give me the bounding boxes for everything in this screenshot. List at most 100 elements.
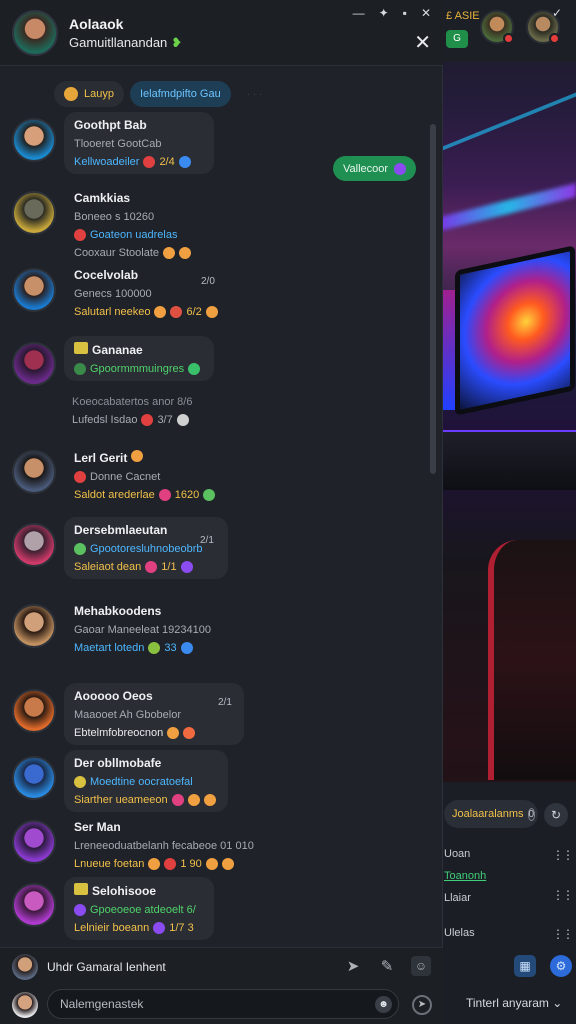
right-list-item[interactable]: Ulelas [444, 927, 475, 939]
message-line: Gpootoresluhnobeobrb [74, 543, 218, 555]
close-icon[interactable]: ✕ [421, 6, 431, 20]
save-icon[interactable]: ▪ [403, 6, 407, 20]
chat-header: Aolaaok Gamuitllanandan ❥ — ✦ ▪ ✕ ✕ [0, 0, 443, 66]
message-line: Maetart lotedn 33 [74, 642, 254, 654]
send-icon[interactable]: ➤ [412, 995, 432, 1015]
emoji-icon [205, 306, 218, 318]
emoji-icon [158, 489, 171, 501]
avatar[interactable] [12, 992, 38, 1018]
settings-icon[interactable]: ⚙ [550, 955, 572, 977]
emoji-icon [170, 306, 183, 318]
emoji-icon [178, 156, 191, 168]
message-name: Der obllmobafe [74, 756, 162, 770]
minimize-icon[interactable]: — [353, 6, 365, 20]
drag-handle-icon[interactable]: ⋮⋮ [552, 927, 574, 941]
close-chat-icon[interactable]: ✕ [414, 30, 431, 55]
message-bubble: Selohisooe Gpoeoeoe atdeoelt 6/ Lelnieir… [64, 877, 214, 940]
avatar[interactable] [12, 118, 56, 162]
media-icon[interactable]: ▦ [514, 955, 536, 977]
avatar[interactable] [12, 191, 56, 235]
footer-label: Uhdr Gamaral Ienhent [47, 960, 166, 974]
message-input[interactable] [47, 989, 399, 1019]
message-name: Selohisooe [74, 883, 204, 898]
status-dot [503, 33, 514, 44]
emoji-picker-icon[interactable]: ☻ [375, 996, 392, 1013]
avatar[interactable] [12, 523, 56, 567]
emoji-icon [180, 561, 193, 573]
message-bubble: Goothpt Bab Tlooeret GootCab Kellwoadeil… [64, 112, 214, 174]
avatar[interactable] [12, 756, 56, 800]
message-line: Gpoeoeoe atdeoelt 6/ [74, 904, 204, 916]
avatar[interactable] [12, 689, 56, 733]
footer-icons: ➤ ✎ ☺ [343, 956, 431, 976]
side-monitor [441, 290, 455, 410]
message-line: Tlooeret GootCab [74, 138, 162, 150]
pill-channel[interactable]: Ielafmdpifto Gau [129, 81, 231, 107]
right-bottom-label[interactable]: Tinterl anyaram ⌄ [466, 996, 562, 1010]
avatar[interactable] [12, 820, 56, 864]
message-time: 2/1 [200, 535, 214, 546]
drag-handle-icon[interactable]: ⋮⋮ [552, 888, 574, 902]
chat-title: Aolaaok [69, 16, 124, 32]
message-line: Salutarl neekeo 6/2 [74, 306, 234, 318]
message-name: Lerl Gerit [74, 450, 234, 465]
message-time: 2/0 [201, 276, 215, 287]
emoji-icon[interactable]: ☺ [411, 956, 431, 976]
message-line: Donne Cacnet [74, 471, 234, 483]
emoji-icon [154, 306, 167, 318]
game-button[interactable]: Joalaaralanms 0 [444, 800, 538, 828]
avatar[interactable] [12, 604, 56, 648]
message-line: Maaooet Ah Gbobelor [74, 709, 182, 721]
message-bubble: Camkkias Boneeo s 10260 Goateon uadrelas… [64, 185, 254, 265]
avatar[interactable] [12, 10, 58, 56]
emoji-icon [153, 922, 166, 934]
emoji-icon [130, 450, 143, 462]
right-list-item[interactable]: Toanonh [444, 870, 486, 882]
message-bubble: Lerl Gerit Donne Cacnet Saldot arederlae… [64, 444, 244, 507]
avatar[interactable] [12, 268, 56, 312]
window-controls: — ✦ ▪ ✕ [353, 6, 431, 20]
badge-icon [74, 342, 88, 354]
green-message-bubble[interactable]: Vallecoor [333, 156, 417, 181]
emoji-icon [143, 156, 156, 168]
message-line: Siarther ueameeon [74, 794, 218, 806]
chat-subtitle: Gamuitllanandan ❥ [69, 35, 183, 50]
message-bubble: Cocelvolab Genecs 100000 Salutarl neekeo… [64, 262, 244, 324]
avatar[interactable] [12, 883, 56, 927]
chevron-icon[interactable]: ✓ [552, 6, 562, 20]
message-bubble: Ser Man Lreneeoduatbelanh fecabeoe 01 01… [64, 814, 304, 876]
message-line: Moedtine oocratoefal [74, 776, 218, 788]
avatar[interactable] [12, 450, 56, 494]
scrollbar[interactable] [430, 124, 436, 474]
refresh-icon[interactable]: ↻ [544, 803, 568, 827]
desk [440, 430, 576, 490]
message-line: Lnueue foetan 1 90 [74, 858, 294, 870]
emoji-icon [203, 794, 216, 806]
avatar[interactable] [12, 342, 56, 386]
right-list-item[interactable]: Llaiar [444, 892, 471, 904]
emoji-icon [148, 642, 161, 654]
pin-icon[interactable]: ✦ [379, 6, 389, 20]
emoji-icon [74, 229, 86, 241]
message-name: Aooooo Oeos [74, 689, 153, 703]
emoji-icon [180, 642, 193, 654]
pill-lauyp[interactable]: Lauyp [54, 81, 124, 107]
emoji-icon [145, 561, 158, 573]
drag-handle-icon[interactable]: ⋮⋮ [552, 848, 574, 862]
message-bubble: Der obllmobafe Moedtine oocratoefal Siar… [64, 750, 228, 812]
emoji-icon [205, 858, 218, 870]
emoji-icon [74, 363, 86, 375]
friend-avatar[interactable] [480, 10, 514, 44]
right-list-item[interactable]: Uoan [444, 848, 470, 860]
right-green-button[interactable]: G [446, 30, 468, 48]
pen-icon[interactable]: ✎ [377, 956, 397, 976]
avatar[interactable] [12, 954, 38, 980]
message-name: Dersebmlaeutan [74, 523, 168, 537]
reply-icon[interactable]: ➤ [343, 956, 363, 976]
message-bubble: Dersebmlaeutan Gpootoresluhnobeobrb Sale… [64, 517, 228, 579]
emoji-icon [141, 414, 154, 426]
message-line: Cooxaur Stoolate [74, 247, 244, 259]
emoji-icon [74, 904, 86, 916]
emoji-icon [74, 776, 86, 788]
filter-pills: Lauyp Ielafmdpifto Gau · · · [54, 81, 262, 107]
